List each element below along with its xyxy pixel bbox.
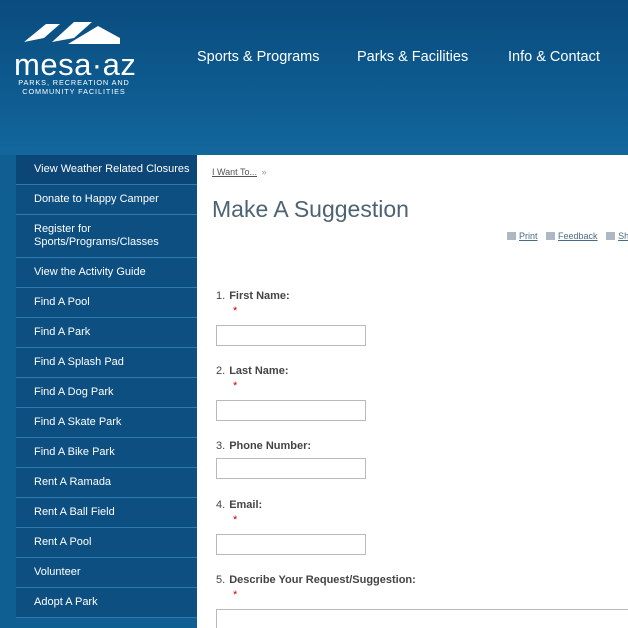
field-suggestion-label: 5. Describe Your Request/Suggestion:	[216, 574, 416, 586]
required-marker: *	[233, 380, 238, 392]
main-content: I Want To... » Make A Suggestion Print F…	[197, 155, 628, 628]
nav-info-contact[interactable]: Info & Contact	[508, 49, 600, 65]
feedback-link[interactable]: Feedback	[558, 231, 598, 241]
sidebar-item-rent-pool[interactable]: Rent A Pool	[16, 528, 197, 558]
site-header: mesa·az PARKS, RECREATION AND COMMUNITY …	[0, 0, 628, 155]
first-name-input[interactable]	[216, 325, 366, 346]
share-icon	[606, 232, 616, 240]
sidebar-item-rent-ball-field[interactable]: Rent A Ball Field	[16, 498, 197, 528]
phone-input[interactable]	[216, 458, 366, 479]
sidebar-item-weather-closures[interactable]: View Weather Related Closures	[16, 155, 197, 185]
sidebar-item-volunteer[interactable]: Volunteer	[16, 558, 197, 588]
sidebar-item-adopt-park[interactable]: Adopt A Park	[16, 588, 197, 618]
page-tools: Print Feedback Sha	[507, 231, 628, 241]
sidebar-item-register[interactable]: Register for Sports/Programs/Classes	[16, 215, 197, 258]
sidebar-item-splash-pad[interactable]: Find A Splash Pad	[16, 348, 197, 378]
page-title: Make A Suggestion	[212, 196, 409, 222]
nav-parks-facilities[interactable]: Parks & Facilities	[357, 49, 468, 65]
sidebar-item-rent-ramada[interactable]: Rent A Ramada	[16, 468, 197, 498]
sidebar-item-skate-park[interactable]: Find A Skate Park	[16, 408, 197, 438]
breadcrumb-link[interactable]: I Want To...	[212, 167, 257, 177]
field-email-label: 4. Email:	[216, 499, 263, 511]
sidebar-item-find-pool[interactable]: Find A Pool	[16, 288, 197, 318]
field-last-name-label: 2. Last Name:	[216, 365, 289, 377]
print-icon	[507, 232, 516, 240]
required-marker: *	[233, 305, 238, 317]
share-link[interactable]: Sha	[618, 231, 628, 241]
suggestion-textarea[interactable]	[216, 609, 628, 628]
email-input[interactable]	[216, 534, 366, 555]
required-marker: *	[233, 589, 238, 601]
sidebar-item-activity-guide[interactable]: View the Activity Guide	[16, 258, 197, 288]
site-logo[interactable]: mesa·az PARKS, RECREATION AND COMMUNITY …	[14, 20, 136, 100]
sidebar-item-bike-park[interactable]: Find A Bike Park	[16, 438, 197, 468]
brand-subtitle: PARKS, RECREATION AND COMMUNITY FACILITI…	[18, 78, 130, 96]
breadcrumb: I Want To... »	[212, 167, 267, 177]
sidebar-menu: View Weather Related Closures Donate to …	[16, 155, 197, 618]
sidebar-item-find-park[interactable]: Find A Park	[16, 318, 197, 348]
sidebar-item-dog-park[interactable]: Find A Dog Park	[16, 378, 197, 408]
nav-sports-programs[interactable]: Sports & Programs	[197, 49, 320, 65]
feedback-icon	[546, 232, 556, 240]
field-phone-label: 3. Phone Number:	[216, 440, 312, 452]
mountain-logo-icon	[24, 22, 120, 44]
last-name-input[interactable]	[216, 400, 366, 421]
field-first-name-label: 1. First Name:	[216, 290, 290, 302]
required-marker: *	[233, 514, 238, 526]
sidebar-item-donate[interactable]: Donate to Happy Camper	[16, 185, 197, 215]
breadcrumb-separator: »	[261, 167, 267, 177]
print-link[interactable]: Print	[519, 231, 538, 241]
